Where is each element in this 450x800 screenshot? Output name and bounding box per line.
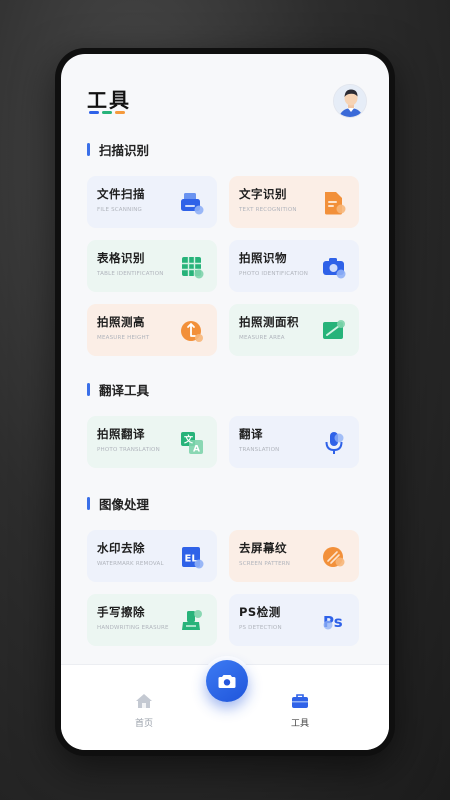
- section-label: 扫描识别: [99, 143, 150, 158]
- camera-fab-button[interactable]: [206, 660, 248, 702]
- home-icon: [136, 694, 152, 708]
- tool-screen-pattern-card[interactable]: 去屏幕纹 SCREEN PATTERN: [229, 530, 359, 582]
- tool-measure-area-card[interactable]: 拍照测面积 MEASURE AREA: [229, 304, 359, 356]
- tab-tools-label: 工具: [290, 719, 309, 729]
- eraser-icon: [182, 610, 202, 630]
- tool-table-recognition-card[interactable]: 表格识别 TABLE IDENTIFICATION: [87, 240, 217, 292]
- header: 工具: [87, 84, 367, 124]
- section-bar: [87, 143, 90, 156]
- tool-file-scan-card[interactable]: 文件扫描 FILE SCANNING: [87, 176, 217, 228]
- toolbox-icon: [292, 694, 308, 708]
- tool-watermark-removal-card[interactable]: 水印去除 WATERMARK REMOVAL EL: [87, 530, 217, 582]
- section-title-translate: 翻译工具: [87, 380, 149, 399]
- camera-icon: [218, 675, 236, 688]
- ps-detect-icon: Ps: [323, 613, 343, 631]
- tool-photo-translation-card[interactable]: 拍照翻译 PHOTO TRANSLATION 文 A: [87, 416, 217, 468]
- height-measure-icon: [181, 321, 203, 342]
- area-measure-icon: [323, 320, 345, 339]
- section-label: 图像处理: [99, 497, 150, 512]
- tool-measure-height-card[interactable]: 拍照测高 MEASURE HEIGHT: [87, 304, 217, 356]
- tool-translation-card[interactable]: 翻译 TRANSLATION: [229, 416, 359, 468]
- tool-ps-detection-card[interactable]: PS检测 PS DETECTION Ps: [229, 594, 359, 646]
- tool-photo-identify-card[interactable]: 拍照识物 PHOTO IDENTIFICATION: [229, 240, 359, 292]
- svg-text:A: A: [193, 445, 200, 455]
- section-title-scan: 扫描识别: [87, 140, 149, 159]
- translate-icon: 文 A: [181, 432, 203, 455]
- accent-green: [102, 111, 112, 114]
- section-title-image: 图像处理: [87, 494, 149, 513]
- section-bar: [87, 497, 90, 510]
- tab-home-label: 首页: [134, 719, 153, 729]
- document-text-icon: [325, 192, 346, 215]
- accent-blue: [89, 111, 99, 114]
- accent-orange: [115, 111, 125, 114]
- avatar[interactable]: [333, 84, 367, 118]
- phone-frame: 工具 扫描识别 文件扫描 FILE SCANNING 文字识别 TEXT REC…: [55, 48, 395, 756]
- section-bar: [87, 383, 90, 396]
- avatar-icon: [334, 85, 366, 117]
- app-screen: 工具 扫描识别 文件扫描 FILE SCANNING 文字识别 TEXT REC…: [61, 54, 389, 750]
- tool-handwriting-erasure-card[interactable]: 手写擦除 HANDWRITING ERASURE: [87, 594, 217, 646]
- scanner-icon: [181, 193, 204, 215]
- camera-icon: [323, 258, 346, 279]
- tab-tools[interactable]: 工具: [275, 693, 325, 729]
- tool-text-recognition-card[interactable]: 文字识别 TEXT RECOGNITION: [229, 176, 359, 228]
- screen-pattern-icon: [323, 547, 345, 567]
- tab-home[interactable]: 首页: [119, 693, 169, 729]
- title-accent: [89, 111, 125, 114]
- page-title: 工具: [87, 88, 131, 112]
- section-label: 翻译工具: [99, 383, 150, 398]
- table-icon: [182, 257, 204, 279]
- watermark-icon: EL: [182, 547, 204, 569]
- microphone-icon: [325, 432, 344, 454]
